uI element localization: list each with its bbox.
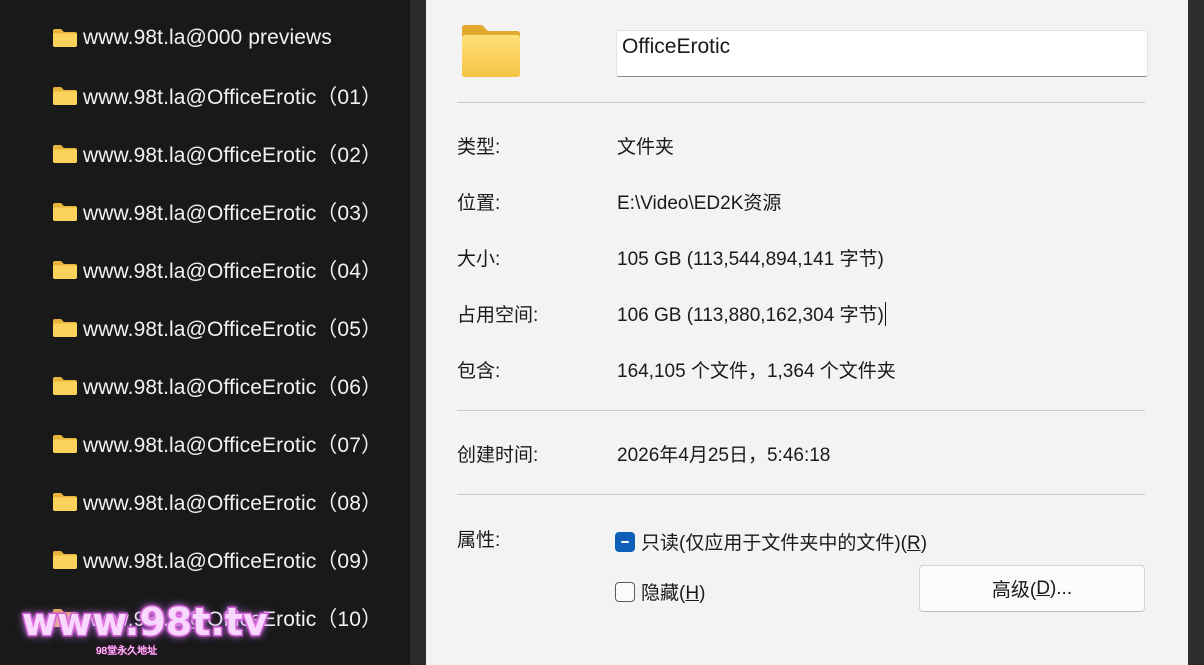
readonly-checkbox-row[interactable]: 只读(仅应用于文件夹中的文件)(R)	[615, 528, 927, 555]
type-label: 类型:	[457, 137, 501, 158]
folder-icon	[53, 29, 77, 47]
folder-icon	[53, 435, 77, 453]
separator	[457, 410, 1145, 411]
type-value: 文件夹	[617, 137, 675, 158]
folder-name: www.98t.la@OfficeErotic（08）	[83, 492, 383, 515]
folder-properties-dialog: OfficeErotic 类型: 文件夹 位置: E:\Video\ED2K资源…	[426, 0, 1188, 665]
list-item[interactable]: www.98t.la@OfficeErotic（03）	[52, 194, 382, 230]
attributes-label: 属性:	[457, 530, 501, 551]
text-caret	[884, 302, 886, 326]
folder-icon	[53, 319, 77, 337]
folder-icon	[53, 145, 77, 163]
readonly-label: 只读(仅应用于文件夹中的文件)(R)	[641, 533, 928, 554]
folder-name: www.98t.la@OfficeErotic（06）	[83, 376, 383, 399]
hidden-checkbox-row[interactable]: 隐藏(H)	[615, 578, 705, 605]
size-label: 大小:	[457, 249, 501, 270]
created-label: 创建时间:	[457, 445, 539, 466]
folder-icon	[53, 493, 77, 511]
list-item[interactable]: www.98t.la@OfficeErotic（08）	[52, 484, 382, 520]
folder-icon	[53, 87, 77, 105]
location-label: 位置:	[457, 193, 501, 214]
folder-name: www.98t.la@000 previews	[83, 26, 332, 49]
folder-large-icon	[462, 25, 520, 77]
location-value: E:\Video\ED2K资源	[617, 193, 782, 214]
list-item[interactable]: www.98t.la@OfficeErotic（04）	[52, 252, 382, 288]
size-on-disk-label: 占用空间:	[457, 305, 539, 326]
folder-name: www.98t.la@OfficeErotic（03）	[83, 202, 383, 225]
list-item[interactable]: www.98t.la@000 previews	[52, 20, 332, 56]
size-value: 105 GB (113,544,894,141 字节)	[617, 249, 884, 270]
list-item[interactable]: www.98t.la@OfficeErotic（06）	[52, 368, 382, 404]
folder-name: www.98t.la@OfficeErotic（01）	[83, 86, 383, 109]
folder-icon	[53, 203, 77, 221]
folder-icon	[53, 551, 77, 569]
separator	[457, 102, 1145, 103]
list-item[interactable]: www.98t.la@OfficeErotic（09）	[52, 542, 382, 578]
list-item[interactable]: www.98t.la@OfficeErotic（01）	[52, 78, 382, 114]
folder-icon	[53, 261, 77, 279]
watermark-subtext: 98堂永久地址	[95, 646, 158, 658]
separator	[457, 494, 1145, 495]
folder-name-input[interactable]: OfficeErotic	[616, 30, 1148, 77]
advanced-button[interactable]: 高级(D)...	[919, 565, 1145, 612]
created-value: 2026年4月25日，5:46:18	[617, 445, 831, 466]
hidden-label: 隐藏(H)	[641, 583, 706, 604]
folder-name: www.98t.la@OfficeErotic（05）	[83, 318, 383, 341]
list-item[interactable]: www.98t.la@OfficeErotic（02）	[52, 136, 382, 172]
list-item[interactable]: www.98t.la@OfficeErotic（05）	[52, 310, 382, 346]
contains-label: 包含:	[457, 361, 501, 382]
folder-name: www.98t.la@OfficeErotic（09）	[83, 550, 383, 573]
list-item[interactable]: www.98t.la@OfficeErotic（07）	[52, 426, 382, 462]
folder-name: www.98t.la@OfficeErotic（04）	[83, 260, 383, 283]
watermark-text: www.98t.tv	[21, 599, 270, 646]
window-edge	[1188, 0, 1204, 665]
size-on-disk-value: 106 GB (113,880,162,304 字节)	[617, 300, 886, 327]
folder-name: www.98t.la@OfficeErotic（02）	[83, 144, 383, 167]
watermark-logo: www.98t.tv 98堂永久地址	[21, 599, 270, 660]
file-explorer-list: www.98t.la@000 previews www.98t.la@Offic…	[0, 0, 410, 665]
hidden-checkbox[interactable]	[615, 581, 635, 602]
contains-value: 164,105 个文件，1,364 个文件夹	[617, 361, 896, 382]
folder-name: www.98t.la@OfficeErotic（07）	[83, 434, 383, 457]
folder-icon	[53, 377, 77, 395]
pane-divider	[410, 0, 426, 665]
readonly-checkbox[interactable]	[615, 531, 635, 552]
size-on-disk-text: 106 GB (113,880,162,304 字节)	[617, 305, 884, 326]
